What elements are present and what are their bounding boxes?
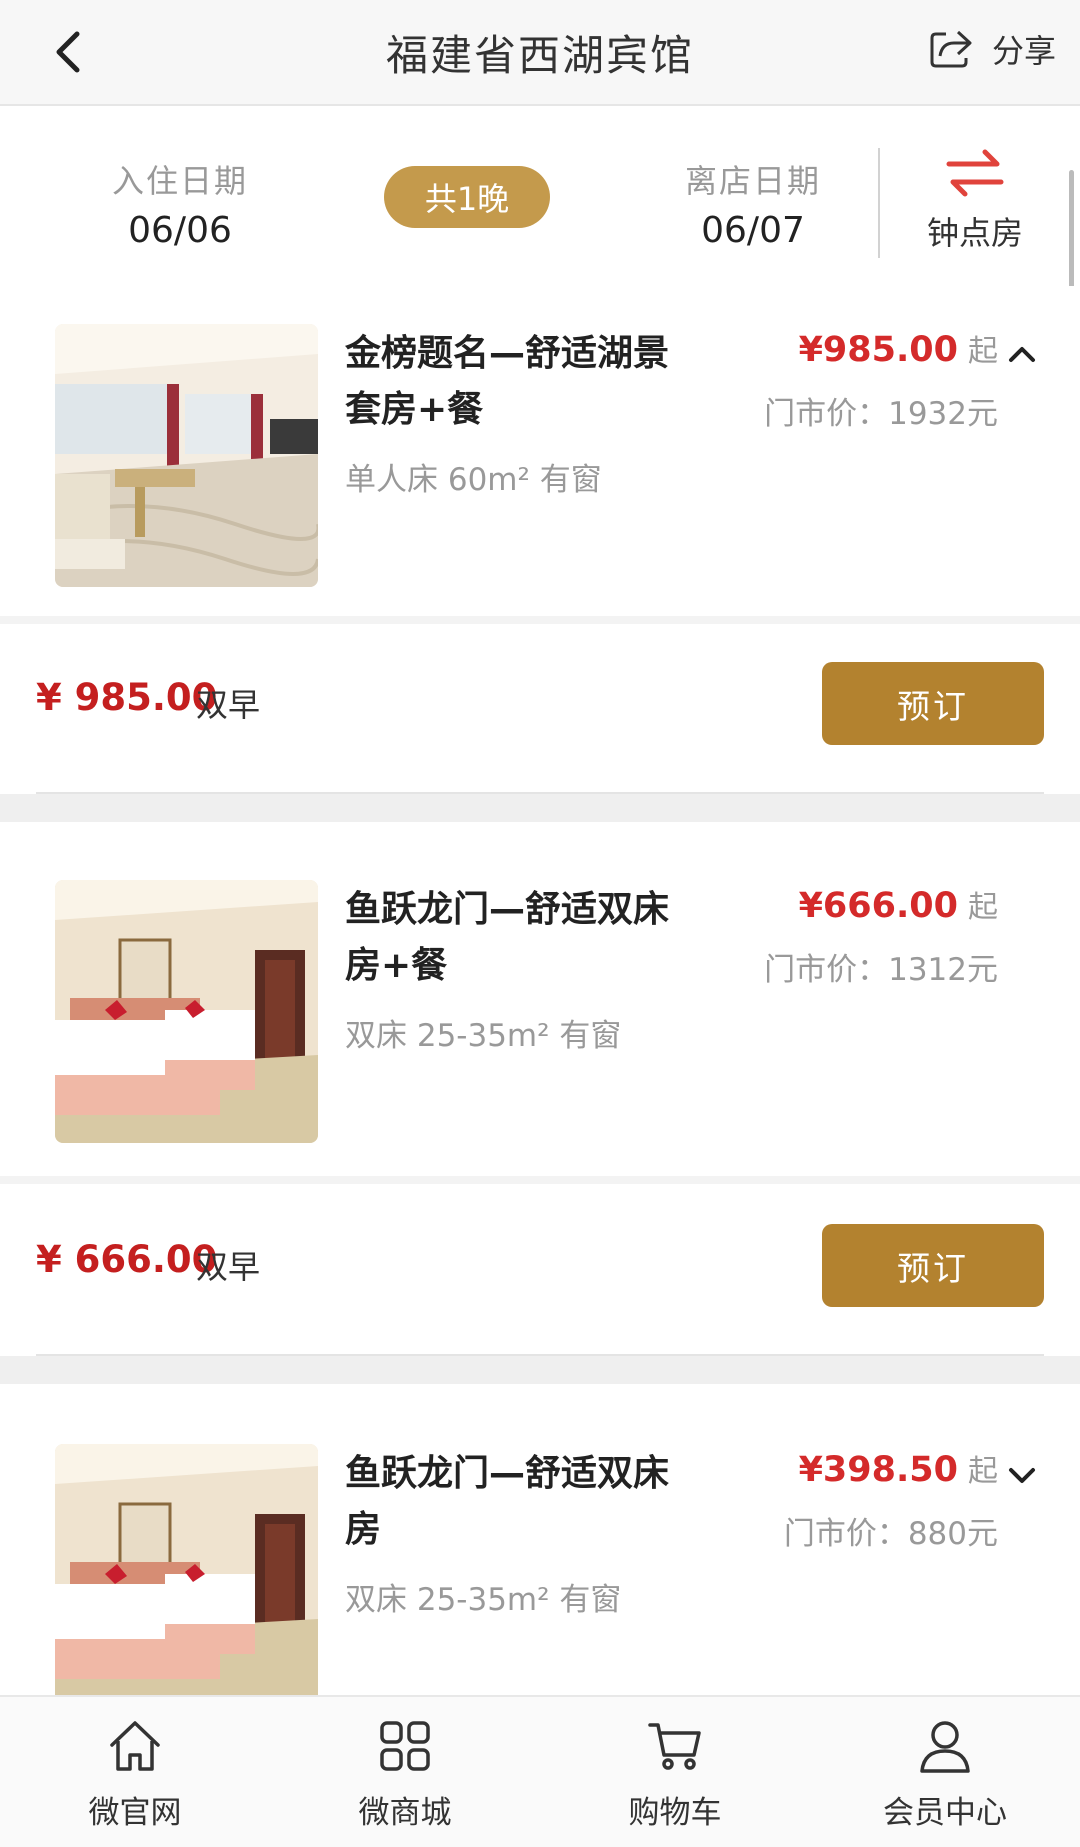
rate-row: ¥ 666.00 双早 预订	[0, 1186, 1080, 1356]
room-name: 鱼跃龙门—舒适双床房+餐	[345, 889, 670, 986]
checkout-value: 06/07	[701, 210, 805, 251]
tab-member[interactable]: 会员中心	[810, 1697, 1080, 1847]
tab-home[interactable]: 微官网	[0, 1697, 270, 1847]
room-photo	[55, 880, 318, 1143]
market-price: 门市价：880元	[783, 1516, 998, 1552]
tab-label: 购物车	[628, 1795, 722, 1831]
hourly-room-button[interactable]: 钟点房	[900, 144, 1050, 254]
market-price: 门市价：1312元	[764, 952, 998, 988]
top-bar: 福建省西湖宾馆 分享	[0, 0, 1080, 106]
page-title: 福建省西湖宾馆	[385, 31, 694, 80]
share-icon	[930, 30, 972, 68]
cart-icon	[648, 1723, 701, 1770]
tab-label: 会员中心	[883, 1795, 1007, 1831]
grid-icon	[380, 1721, 430, 1771]
rate-price: ¥ 666.00	[36, 1238, 218, 1281]
room-name: 金榜题名—舒适湖景套房+餐	[345, 333, 670, 430]
collapse-toggle[interactable]	[1004, 336, 1040, 372]
home-icon	[110, 1721, 160, 1771]
divider	[878, 148, 880, 258]
expand-toggle[interactable]	[1004, 1458, 1040, 1494]
price-from: 起	[968, 890, 998, 925]
chevron-down-icon	[1009, 1468, 1035, 1483]
tab-cart[interactable]: 购物车	[540, 1697, 810, 1847]
nights-badge: 共1晚	[384, 166, 550, 228]
checkout-date[interactable]: 离店日期 06/07	[683, 156, 823, 251]
rate-row: ¥ 985.00 双早 预订	[0, 624, 1080, 794]
rate-price: ¥ 985.00	[36, 676, 218, 719]
price-value: ¥398.50	[798, 1450, 958, 1490]
divider	[0, 616, 1080, 624]
price-value: ¥985.00	[798, 330, 958, 370]
tab-mall[interactable]: 微商城	[270, 1697, 540, 1847]
checkin-date[interactable]: 入住日期 06/06	[110, 156, 250, 251]
bottom-tab-bar: 微官网 微商城 购物车 会员中心	[0, 1695, 1080, 1847]
checkin-value: 06/06	[128, 210, 232, 251]
share-label: 分享	[991, 32, 1056, 70]
price-value: ¥666.00	[798, 886, 958, 926]
hourly-room-label: 钟点房	[926, 214, 1023, 252]
room-card[interactable]: 金榜题名—舒适湖景套房+餐 单人床 60m² 有窗 ¥985.00 起 门市价：1…	[0, 286, 1080, 616]
checkin-label: 入住日期	[111, 162, 248, 200]
price-from: 起	[968, 1454, 998, 1489]
book-button[interactable]: 预订	[822, 1224, 1044, 1307]
tab-label: 微商城	[358, 1795, 452, 1831]
checkout-label: 离店日期	[684, 162, 821, 200]
market-price: 门市价：1932元	[764, 396, 998, 432]
room-card[interactable]: 鱼跃龙门—舒适双床房+餐 双床 25-35m² 有窗 ¥666.00 起 门市价：…	[0, 822, 1080, 1152]
rate-meal: 双早	[196, 1248, 261, 1286]
book-button[interactable]: 预订	[822, 662, 1044, 745]
room-price: ¥985.00 起 门市价：1932元	[764, 326, 998, 433]
user-icon	[920, 1721, 970, 1773]
room-spec: 双床 25-35m² 有窗	[345, 1582, 622, 1618]
section-gap	[0, 794, 1080, 822]
room-photo	[55, 1444, 318, 1695]
room-price: ¥398.50 起 门市价：880元	[784, 1446, 998, 1553]
divider	[0, 1176, 1080, 1184]
tab-label: 微官网	[88, 1795, 182, 1831]
room-name: 鱼跃龙门—舒适双床房	[345, 1453, 670, 1550]
date-selector: 入住日期 06/06 共1晚 离店日期 06/07 钟点房	[0, 108, 1080, 284]
room-spec: 单人床 60m² 有窗	[345, 462, 602, 498]
chevron-up-icon	[1009, 347, 1035, 362]
swap-arrows-icon	[946, 149, 1004, 197]
room-photo	[55, 324, 318, 587]
share-button[interactable]: 分享	[928, 26, 1056, 72]
room-spec: 双床 25-35m² 有窗	[345, 1018, 622, 1054]
room-price: ¥666.00 起 门市价：1312元	[764, 882, 998, 989]
price-from: 起	[968, 334, 998, 369]
rate-meal: 双早	[196, 686, 261, 724]
section-gap	[0, 1356, 1080, 1384]
room-card[interactable]: 鱼跃龙门—舒适双床房 双床 25-35m² 有窗 ¥398.50 起 门市价：88…	[0, 1384, 1080, 1695]
